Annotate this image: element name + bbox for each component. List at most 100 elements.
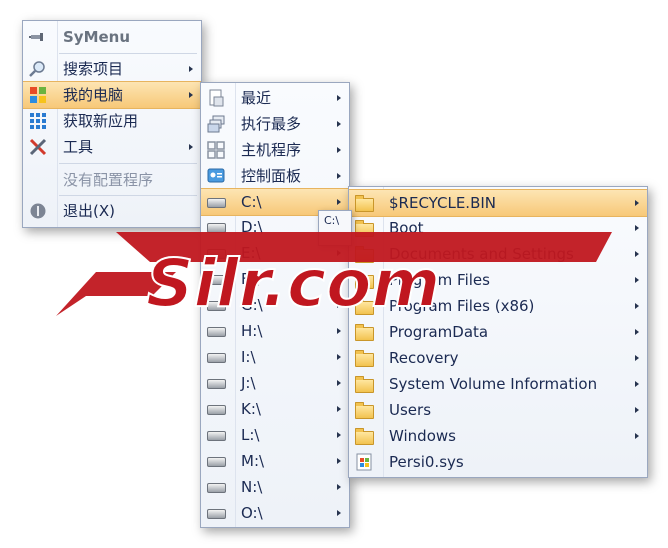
drive-icon [207,275,226,285]
drive-item-n[interactable]: N:\ [201,474,349,500]
folder-icon [355,272,374,289]
c-drive-submenu: $RECYCLE.BIN Boot Documents and Settings… [348,186,648,478]
menu-item-label: L:\ [241,426,260,444]
chevron-right-icon [635,381,639,387]
chevron-right-icon [635,433,639,439]
drive-item-f[interactable]: F:\ [201,266,349,292]
menu-item-search[interactable]: 搜索项目 [23,56,201,82]
menu-item-label: 执行最多 [241,115,302,133]
drive-icon [207,405,226,415]
magnifier-icon [29,61,45,77]
folder-icon [355,376,374,393]
menu-item-label: D:\ [241,218,263,236]
folder-item[interactable]: Program Files (x86) [349,293,647,319]
folder-icon [355,220,374,237]
menu-item-label: G:\ [241,296,263,314]
menu-item-label: 工具 [63,138,94,156]
menu-item-label: 没有配置程序 [63,171,154,189]
folder-icon [355,298,374,315]
chevron-right-icon [337,147,341,153]
drive-item-g[interactable]: G:\ [201,292,349,318]
pin-icon [29,33,43,41]
folder-item[interactable]: Program Files [349,267,647,293]
chevron-right-icon [635,407,639,413]
folder-item[interactable]: System Volume Information [349,371,647,397]
menu-item-label: 搜索项目 [63,60,124,78]
separator [59,53,197,54]
folder-icon [355,324,374,341]
chevron-right-icon [635,277,639,283]
document-icon [209,89,224,107]
menu-item-label: Documents and Settings [389,245,574,263]
drive-icon [207,301,226,311]
menu-item-control-panel[interactable]: 控制面板 [201,163,349,189]
computer-submenu: 最近 执行最多 主机程序 控制面板 C:\ D:\ E:\ F:\ G:\ H:… [200,82,350,528]
drive-item-l[interactable]: L:\ [201,422,349,448]
menu-item-label: Program Files (x86) [389,297,535,315]
drive-item-k[interactable]: K:\ [201,396,349,422]
chevron-right-icon [337,199,341,205]
chevron-right-icon [337,458,341,464]
file-item[interactable]: Persi0.sys [349,449,647,475]
menu-item-label: N:\ [241,478,263,496]
folder-item[interactable]: Recovery [349,345,647,371]
grid-icon [207,141,225,159]
drive-icon [207,353,226,363]
control-panel-icon [207,168,225,183]
drive-item-o[interactable]: O:\ [201,500,349,526]
stacked-windows-icon [207,115,225,133]
menu-item-label: H:\ [241,322,263,340]
folder-item[interactable]: Users [349,397,647,423]
chevron-right-icon [337,121,341,127]
folder-item[interactable]: Boot [349,215,647,241]
chevron-right-icon [337,276,341,282]
windows-logo-icon [30,87,46,103]
menu-item-label: Recovery [389,349,459,367]
chevron-right-icon [189,92,193,98]
chevron-right-icon [337,354,341,360]
separator [59,163,197,164]
folder-icon [355,195,374,212]
drive-icon [207,198,226,208]
chevron-right-icon [189,144,193,150]
chevron-right-icon [337,484,341,490]
folder-item[interactable]: $RECYCLE.BIN [349,189,647,217]
menu-item-label: Boot [389,219,424,237]
menu-item-recent[interactable]: 最近 [201,85,349,111]
menu-item-label: 我的电脑 [63,86,124,104]
menu-item-get-new-apps[interactable]: 获取新应用 [23,108,201,134]
menu-item-label: O:\ [241,504,263,522]
menu-item-my-computer[interactable]: 我的电脑 [23,81,201,109]
menu-item-label: K:\ [241,400,261,418]
chevron-right-icon [337,250,341,256]
drive-icon [207,379,226,389]
menu-item-most-run[interactable]: 执行最多 [201,111,349,137]
drive-item-h[interactable]: H:\ [201,318,349,344]
drive-icon [207,327,226,337]
menu-item-label: System Volume Information [389,375,598,393]
folder-item[interactable]: Documents and Settings [349,241,647,267]
folder-icon [355,402,374,419]
drive-item-i[interactable]: I:\ [201,344,349,370]
menu-item-label: Users [389,401,432,419]
menu-item-label: J:\ [241,374,256,392]
chevron-right-icon [337,95,341,101]
drive-item-m[interactable]: M:\ [201,448,349,474]
power-icon [30,203,46,219]
menu-item-label: 最近 [241,89,272,107]
menu-item-no-programs: 没有配置程序 [23,167,201,193]
menu-item-host-programs[interactable]: 主机程序 [201,137,349,163]
folder-item[interactable]: Windows [349,423,647,449]
menu-item-tools[interactable]: 工具 [23,134,201,160]
menu-item-label: 获取新应用 [63,112,139,130]
chevron-right-icon [635,355,639,361]
chevron-right-icon [635,303,639,309]
menu-item-exit[interactable]: 退出(X) [23,198,201,224]
menu-header[interactable]: SyMenu [23,23,201,51]
chevron-right-icon [635,251,639,257]
chevron-right-icon [337,328,341,334]
menu-title: SyMenu [63,28,131,46]
drive-item-j[interactable]: J:\ [201,370,349,396]
folder-item[interactable]: ProgramData [349,319,647,345]
menu-item-label: Program Files [389,271,490,289]
